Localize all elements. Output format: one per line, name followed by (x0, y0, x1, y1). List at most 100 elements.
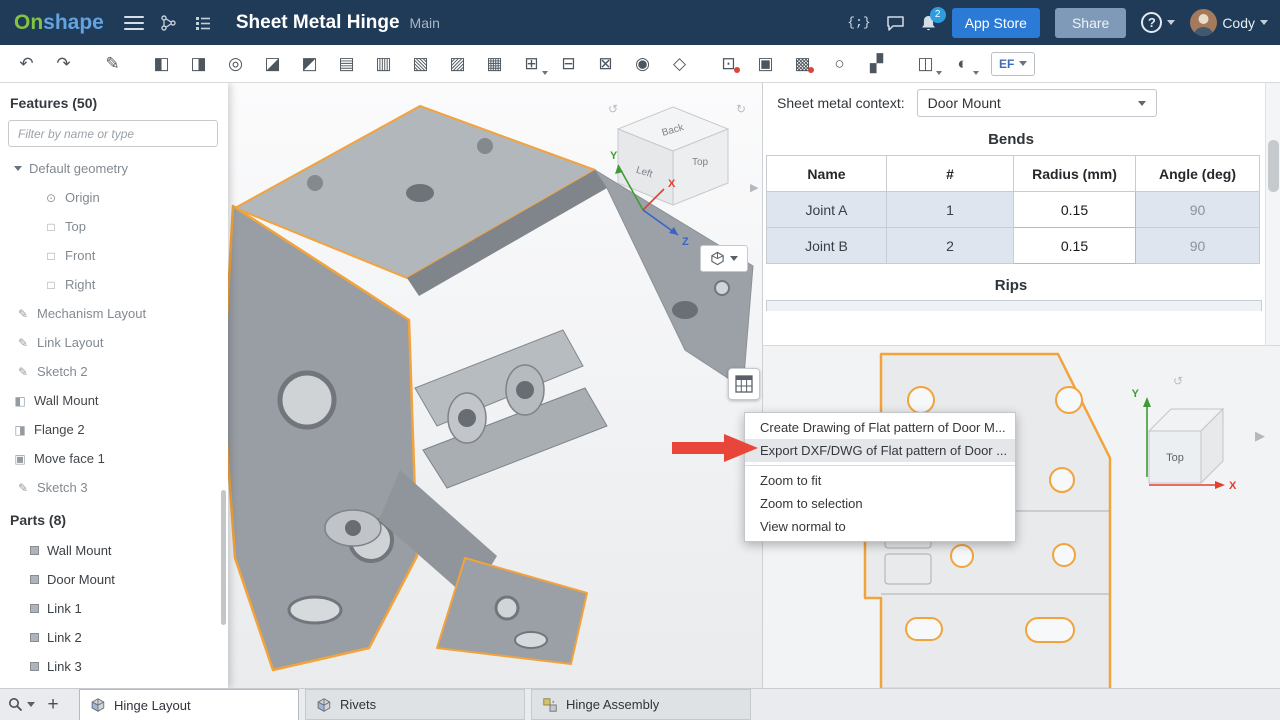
view-cube[interactable]: ↺ ↻ Back Top Left ▶ Y X Z (598, 95, 758, 265)
delete-face-icon[interactable]: ⊡ (710, 49, 747, 79)
move-face-icon[interactable]: ▣ (747, 49, 784, 79)
tree-item-move-face-1[interactable]: ▣Move face 1 (0, 444, 228, 473)
help-menu[interactable]: ? (1141, 12, 1175, 33)
tree-item-sketch-3[interactable]: ✎Sketch 3 (0, 473, 228, 502)
bend-name-cell[interactable]: Joint A (767, 192, 887, 228)
custom-feature-ef-button[interactable]: EF (991, 52, 1035, 76)
sheet-metal-table-icon[interactable]: ⊞ (513, 49, 550, 79)
sweep-icon[interactable]: ◪ (254, 49, 291, 79)
chevron-down-icon (936, 71, 942, 75)
menu-item-zoom-to-selection[interactable]: Zoom to selection (745, 492, 1015, 515)
tab-hinge-layout[interactable]: Hinge Layout (79, 689, 299, 720)
sheet-metal-context-dropdown[interactable]: Door Mount (917, 89, 1157, 117)
tree-item-sketch-2[interactable]: ✎Sketch 2 (0, 357, 228, 386)
part-item-link-4[interactable]: Link 4 (0, 681, 228, 688)
rotate-ccw-icon[interactable]: ↺ (608, 102, 618, 116)
feature-filter-input[interactable] (8, 120, 218, 147)
origin-icon: ⊙ (44, 191, 58, 205)
chevron-down-icon (1260, 20, 1268, 25)
insert-tab-button[interactable]: + (41, 694, 65, 716)
share-button[interactable]: Share (1055, 8, 1126, 38)
tree-item-mechanism-layout[interactable]: ✎Mechanism Layout (0, 299, 228, 328)
context-menu: Create Drawing of Flat pattern of Door M… (744, 412, 1016, 542)
tab-rivets[interactable]: Rivets (305, 689, 525, 720)
bend-angle-cell[interactable]: 90 (1136, 192, 1260, 228)
document-list-icon[interactable] (194, 14, 212, 32)
tab-search-button[interactable] (8, 697, 35, 712)
onshape-logo[interactable]: Onshape (14, 11, 104, 35)
tab-hinge-assembly[interactable]: Hinge Assembly (531, 689, 751, 720)
tree-item-front-plane[interactable]: □Front (0, 241, 228, 270)
flat-view-chevron-right-icon[interactable]: ▶ (1255, 428, 1265, 444)
part-item-link-2[interactable]: Link 2 (0, 623, 228, 652)
axis-z-label: Z (682, 236, 689, 248)
tree-item-top-plane[interactable]: □Top (0, 212, 228, 241)
flat-pattern-icon[interactable]: ⊟ (550, 49, 587, 79)
mirror-icon[interactable]: ◫ (907, 49, 944, 79)
joggle-icon[interactable]: ⊠ (587, 49, 624, 79)
part-item-link-1[interactable]: Link 1 (0, 594, 228, 623)
panel-scrollbar[interactable] (1265, 83, 1280, 345)
flange-icon[interactable]: ◩ (291, 49, 328, 79)
bend-icon[interactable]: ▧ (402, 49, 439, 79)
tree-item-wall-mount[interactable]: ◧Wall Mount (0, 386, 228, 415)
rotate-cw-icon[interactable]: ↻ (736, 102, 746, 116)
bends-section-title: Bends (763, 131, 1259, 148)
bend-name-cell[interactable]: Joint B (767, 228, 887, 264)
bend-angle-cell[interactable]: 90 (1136, 228, 1260, 264)
help-icon: ? (1141, 12, 1162, 33)
flat-view-cube[interactable]: ↺ Top Y X (1119, 359, 1269, 509)
finish-sheet-metal-icon[interactable]: ▩ (784, 49, 821, 79)
chevron-down-icon (1019, 61, 1027, 66)
tree-item-origin[interactable]: ⊙Origin (0, 183, 228, 212)
tree-item-flange-2[interactable]: ◨Flange 2 (0, 415, 228, 444)
comment-icon[interactable] (886, 14, 905, 32)
bend-count-cell[interactable]: 2 (887, 228, 1014, 264)
tree-item-default-geometry[interactable]: Default geometry (0, 154, 228, 183)
redo-icon[interactable]: ↷ (45, 49, 82, 79)
scrollbar-thumb[interactable] (1268, 140, 1279, 192)
part-item-wall-mount[interactable]: Wall Mount (0, 536, 228, 565)
menu-item-view-normal-to[interactable]: View normal to (745, 515, 1015, 538)
view-options-button[interactable] (700, 245, 748, 272)
menu-item-export-dxf-dwg[interactable]: Export DXF/DWG of Flat pattern of Door .… (745, 439, 1015, 462)
rotate-ccw-icon[interactable]: ↺ (1173, 374, 1183, 388)
chamfer-icon[interactable]: ◇ (661, 49, 698, 79)
user-menu[interactable]: Cody (1190, 9, 1268, 36)
bend-count-cell[interactable]: 1 (887, 192, 1014, 228)
versions-icon[interactable] (160, 14, 178, 32)
sketch-icon: ✎ (16, 481, 30, 495)
menu-item-zoom-to-fit[interactable]: Zoom to fit (745, 469, 1015, 492)
tree-item-right-plane[interactable]: □Right (0, 270, 228, 299)
linear-pattern-icon[interactable]: ▞ (858, 49, 895, 79)
bend-row-joint-b: Joint B 2 0.15 90 (767, 228, 1260, 264)
boolean-icon[interactable]: ◐ (944, 49, 981, 79)
view-chevron-right-icon[interactable]: ▶ (750, 182, 758, 194)
features-scrollbar[interactable] (221, 490, 226, 625)
part-item-door-mount[interactable]: Door Mount (0, 565, 228, 594)
revolve-icon[interactable]: ◎ (217, 49, 254, 79)
rips-table-clipped (766, 300, 1262, 311)
workspace-name[interactable]: Main (410, 15, 440, 31)
menu-icon[interactable] (124, 16, 144, 30)
hem-icon[interactable]: ▤ (328, 49, 365, 79)
part-item-link-3[interactable]: Link 3 (0, 652, 228, 681)
menu-item-create-drawing[interactable]: Create Drawing of Flat pattern of Door M… (745, 416, 1015, 439)
undo-icon[interactable]: ↶ (8, 49, 45, 79)
rip-icon[interactable]: ▦ (476, 49, 513, 79)
tab-icon[interactable]: ▥ (365, 49, 402, 79)
sketch-icon[interactable]: ✎ (94, 49, 131, 79)
bend-radius-cell[interactable]: 0.15 (1014, 192, 1136, 228)
measure-icon[interactable]: ○ (821, 49, 858, 79)
notifications-bell-icon[interactable]: 2 (920, 14, 937, 32)
chevron-down-icon[interactable] (14, 166, 22, 171)
thicken-icon[interactable]: ◧ (143, 49, 180, 79)
corner-break-icon[interactable]: ▨ (439, 49, 476, 79)
app-store-button[interactable]: App Store (952, 8, 1040, 38)
tree-item-link-layout[interactable]: ✎Link Layout (0, 328, 228, 357)
fillet-icon[interactable]: ◉ (624, 49, 661, 79)
bend-radius-cell[interactable]: 0.15 (1014, 228, 1136, 264)
featurescript-icon[interactable]: {;} (847, 15, 870, 30)
extrude-icon[interactable]: ◨ (180, 49, 217, 79)
flat-pattern-table-button[interactable] (728, 368, 760, 400)
